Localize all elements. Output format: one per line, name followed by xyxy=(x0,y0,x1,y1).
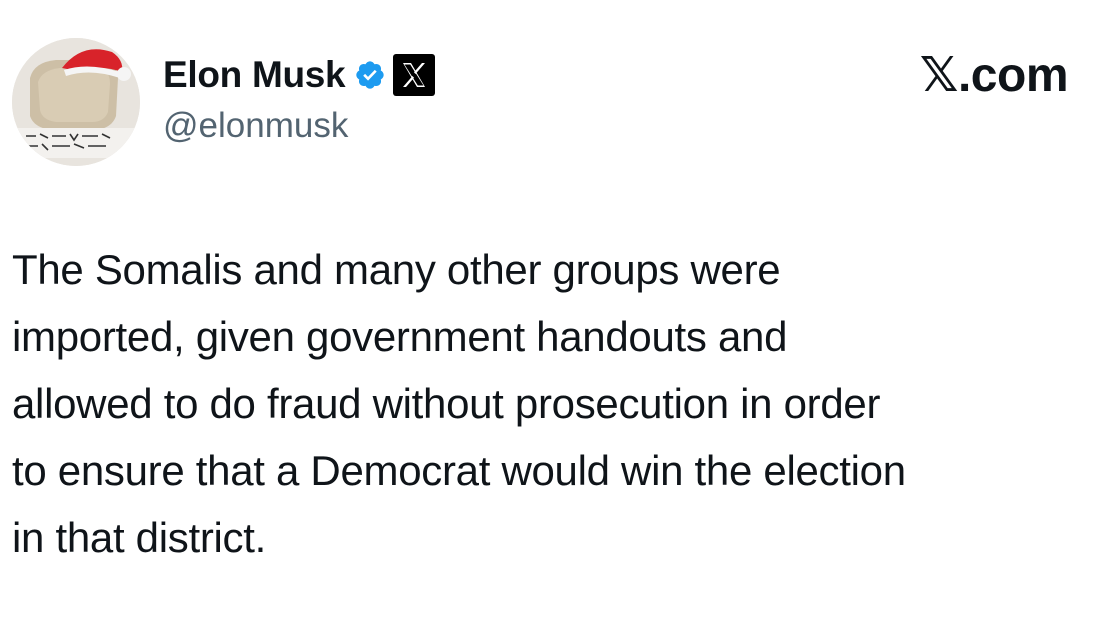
brand-wordmark: 𝕏.com xyxy=(919,49,1069,102)
avatar-image xyxy=(12,38,140,166)
verified-badge-icon xyxy=(354,59,386,91)
author-handle[interactable]: @elonmusk xyxy=(163,103,348,149)
tweet-card: Elon Musk @elonmusk 𝕏.com The Somalis an… xyxy=(0,0,1100,620)
tweet-text-line: to ensure that a Democrat would win the … xyxy=(12,447,906,494)
author-display-name[interactable]: Elon Musk xyxy=(163,52,346,98)
tweet-text-line: The Somalis and many other groups were xyxy=(12,246,781,293)
x-logo-icon[interactable] xyxy=(392,53,436,97)
tweet-text-line: in that district. xyxy=(12,514,266,561)
tweet-text: The Somalis and many other groups were i… xyxy=(12,236,1092,571)
avatar[interactable] xyxy=(12,38,140,166)
author-name-row: Elon Musk xyxy=(163,52,436,98)
tweet-text-line: allowed to do fraud without prosecution … xyxy=(12,380,881,427)
tweet-text-line: imported, given government handouts and xyxy=(12,313,788,360)
